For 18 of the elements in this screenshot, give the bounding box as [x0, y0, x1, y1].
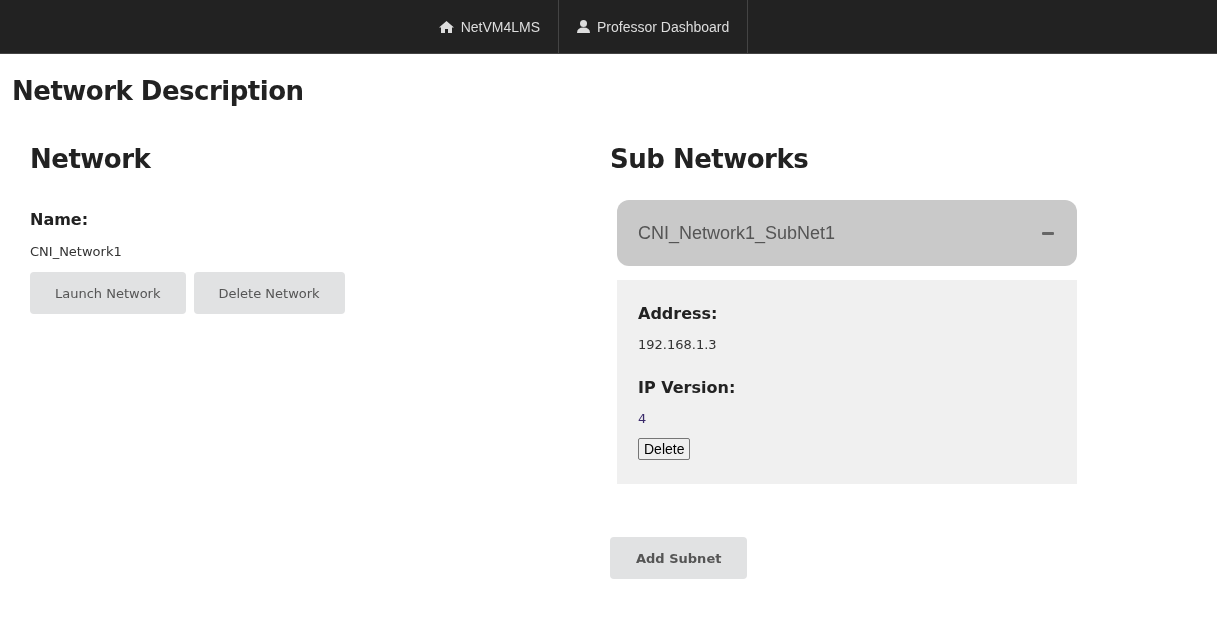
section-heading: Network	[30, 144, 152, 174]
field-value: CNI_Network1	[30, 244, 123, 259]
field-value: 192.168.1.3	[638, 337, 718, 352]
field-label: Name:	[30, 210, 90, 229]
accordion-header[interactable]: CNI_Network1_SubNet1	[617, 200, 1077, 266]
field-label: Address:	[638, 304, 719, 323]
section-heading: Sub Networks	[610, 144, 810, 174]
nav-link[interactable]: Professor Dashboard	[559, 0, 749, 53]
user-icon	[577, 20, 591, 33]
field-value: 4	[638, 411, 648, 426]
add-subnet-button[interactable]: Add Subnet	[610, 537, 748, 579]
nav-link[interactable]: NetVM4LMS	[438, 0, 560, 53]
home-icon	[438, 20, 454, 33]
delete-button[interactable]: Delete	[638, 438, 691, 460]
field-label: IP Version:	[638, 378, 737, 397]
action-button[interactable]: Delete Network	[193, 272, 345, 314]
action-button[interactable]: Launch Network	[30, 272, 186, 314]
page-title: Network Description	[12, 76, 305, 106]
